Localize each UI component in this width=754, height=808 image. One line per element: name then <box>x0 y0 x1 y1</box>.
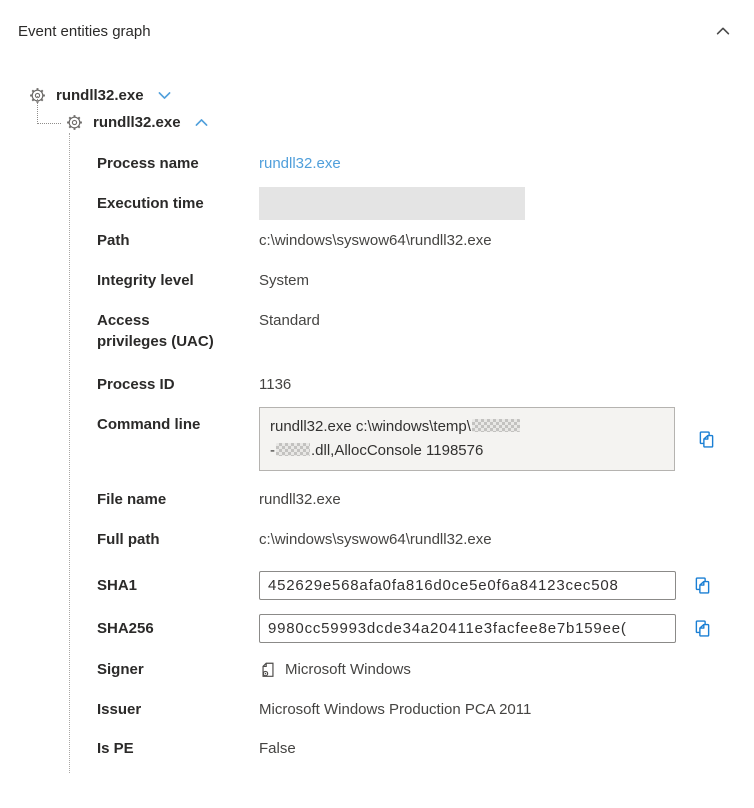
event-entities-panel: Event entities graph rundll32.exe <box>0 0 754 808</box>
tree-connector-line <box>37 96 61 124</box>
detail-row-command-line: Command line rundll32.exe c:\windows\tem… <box>97 414 754 471</box>
field-value: 1136 <box>259 374 754 395</box>
collapse-node-button[interactable] <box>192 112 212 132</box>
chevron-up-icon <box>714 22 732 40</box>
field-value: False <box>259 738 754 759</box>
field-value: Microsoft Windows Production PCA 2011 <box>259 699 754 720</box>
field-label: Issuer <box>97 699 259 720</box>
field-label: Process name <box>97 153 259 174</box>
copy-sha256-button[interactable] <box>691 618 713 640</box>
tree-node-root[interactable]: rundll32.exe <box>28 84 754 106</box>
field-label: File name <box>97 489 259 510</box>
field-label: Path <box>97 230 259 251</box>
detail-row-sha1: SHA1 <box>97 571 754 600</box>
copy-icon <box>692 618 713 639</box>
field-label: Execution time <box>97 193 259 214</box>
detail-row-signer: Signer Microsoft Windows <box>97 659 754 680</box>
field-label: Access privileges (UAC) <box>97 310 259 352</box>
field-label: Integrity level <box>97 270 259 291</box>
panel-title: Event entities graph <box>18 21 151 42</box>
gear-icon <box>65 113 84 132</box>
tree-node-label[interactable]: rundll32.exe <box>93 114 181 131</box>
process-tree: rundll32.exe rundll32.exe <box>28 84 754 133</box>
field-label: SHA1 <box>97 575 259 596</box>
copy-icon <box>696 429 717 450</box>
detail-row-is-pe: Is PE False <box>97 738 754 759</box>
detail-row-process-name: Process name rundll32.exe <box>97 153 754 174</box>
redacted-value-block <box>259 187 525 220</box>
copy-command-line-button[interactable] <box>695 428 717 450</box>
panel-collapse-button[interactable] <box>712 20 734 42</box>
detail-row-issuer: Issuer Microsoft Windows Production PCA … <box>97 699 754 720</box>
sha1-input[interactable] <box>259 571 676 600</box>
certificate-icon <box>259 661 277 679</box>
detail-row-process-id: Process ID 1136 <box>97 374 754 395</box>
detail-row-path: Path c:\windows\syswow64\rundll32.exe <box>97 230 754 251</box>
expand-node-button[interactable] <box>155 85 175 105</box>
command-line-box[interactable]: rundll32.exe c:\windows\temp\ -.dll,Allo… <box>259 407 675 471</box>
tree-node-child[interactable]: rundll32.exe <box>65 111 754 133</box>
process-name-link[interactable]: rundll32.exe <box>259 155 341 172</box>
tree-node-label[interactable]: rundll32.exe <box>56 87 144 104</box>
copy-icon <box>692 575 713 596</box>
process-details: Process name rundll32.exe Execution time… <box>69 133 754 773</box>
field-value: rundll32.exe <box>259 489 754 510</box>
detail-row-execution-time: Execution time <box>97 193 754 220</box>
field-label: Signer <box>97 659 259 680</box>
sha256-input[interactable] <box>259 614 676 643</box>
copy-sha1-button[interactable] <box>691 575 713 597</box>
field-label: Full path <box>97 529 259 550</box>
detail-row-access-privileges: Access privileges (UAC) Standard <box>97 310 754 352</box>
detail-row-integrity-level: Integrity level System <box>97 270 754 291</box>
field-label: Is PE <box>97 738 259 759</box>
detail-row-file-name: File name rundll32.exe <box>97 489 754 510</box>
chevron-down-icon <box>156 87 173 104</box>
detail-row-sha256: SHA256 <box>97 614 754 643</box>
detail-row-full-path: Full path c:\windows\syswow64\rundll32.e… <box>97 529 754 550</box>
redacted-text-block <box>276 443 310 456</box>
field-label: Process ID <box>97 374 259 395</box>
chevron-up-icon <box>193 114 210 131</box>
field-label: SHA256 <box>97 618 259 639</box>
field-value: Standard <box>259 310 754 331</box>
field-value: System <box>259 270 754 291</box>
field-value: c:\windows\syswow64\rundll32.exe <box>259 529 754 550</box>
field-value: c:\windows\syswow64\rundll32.exe <box>259 230 754 251</box>
redacted-text-block <box>472 419 520 432</box>
field-value: Microsoft Windows <box>285 659 411 680</box>
panel-header: Event entities graph <box>0 0 754 42</box>
field-label: Command line <box>97 414 259 435</box>
